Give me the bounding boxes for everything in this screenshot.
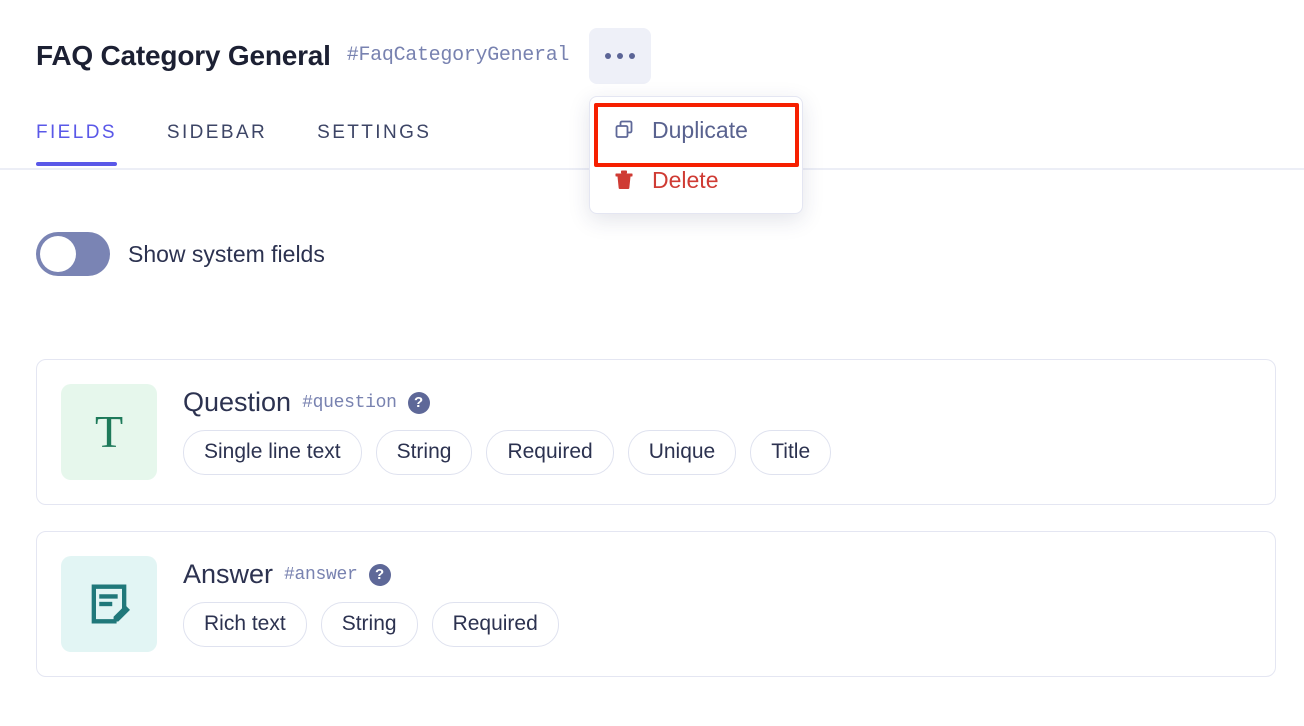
ellipsis-dot-3 xyxy=(629,53,636,59)
toggle-knob xyxy=(40,236,76,272)
field-name: Question xyxy=(183,387,292,418)
copy-icon xyxy=(615,120,633,138)
field-list: T Question #question ? Single line text … xyxy=(36,359,1276,703)
text-field-icon: T xyxy=(61,384,157,480)
field-tag: Single line text xyxy=(183,430,362,475)
field-head: Answer #answer ? xyxy=(183,561,559,588)
page-title: FAQ Category General xyxy=(36,40,331,71)
tab-fields[interactable]: FIELDS xyxy=(36,122,117,166)
field-head: Question #question ? xyxy=(183,389,831,416)
field-slug: #question xyxy=(302,392,397,413)
document-pencil-icon xyxy=(91,584,131,624)
show-system-fields-toggle[interactable] xyxy=(36,232,110,276)
field-tag-row: Rich text String Required xyxy=(183,602,559,647)
page-slug: #FaqCategoryGeneral xyxy=(346,44,570,67)
field-tag: Unique xyxy=(627,430,737,475)
show-system-fields-label: Show system fields xyxy=(128,240,325,267)
field-name: Answer xyxy=(183,559,274,590)
trash-icon xyxy=(615,170,633,190)
help-icon[interactable]: ? xyxy=(407,391,430,414)
menu-item-duplicate-label: Duplicate xyxy=(652,116,748,143)
rich-text-field-icon xyxy=(61,556,157,652)
menu-item-delete[interactable]: Delete xyxy=(590,155,802,205)
help-icon[interactable]: ? xyxy=(368,563,391,586)
tab-settings[interactable]: SETTINGS xyxy=(317,122,431,166)
field-editor-page: FAQ Category General #FaqCategoryGeneral… xyxy=(0,0,1304,726)
field-card-answer[interactable]: Answer #answer ? Rich text String Requir… xyxy=(36,531,1276,677)
field-body: Answer #answer ? Rich text String Requir… xyxy=(183,561,559,647)
field-tag: String xyxy=(320,602,418,647)
page-header: FAQ Category General #FaqCategoryGeneral xyxy=(36,28,652,84)
text-field-icon-glyph: T xyxy=(94,406,124,457)
field-tag: Required xyxy=(486,430,614,475)
ellipsis-dot-2 xyxy=(617,53,624,59)
show-system-fields-row: Show system fields xyxy=(36,232,325,276)
menu-item-duplicate[interactable]: Duplicate xyxy=(590,105,802,155)
field-tag-row: Single line text String Required Unique … xyxy=(183,430,832,475)
field-card-question[interactable]: T Question #question ? Single line text … xyxy=(36,359,1276,505)
menu-item-delete-label: Delete xyxy=(652,166,719,193)
field-body: Question #question ? Single line text St… xyxy=(183,389,832,475)
field-tag: String xyxy=(375,430,473,475)
ellipsis-dot-1 xyxy=(605,53,612,59)
more-options-button[interactable] xyxy=(589,28,652,84)
field-tag: Title xyxy=(750,430,832,475)
tab-bar: FIELDS SIDEBAR SETTINGS xyxy=(36,108,481,166)
context-menu: Duplicate Delete xyxy=(589,96,803,214)
field-slug: #answer xyxy=(284,564,358,585)
field-tag: Required xyxy=(431,602,559,647)
field-tag: Rich text xyxy=(183,602,307,647)
tab-sidebar[interactable]: SIDEBAR xyxy=(167,122,267,166)
